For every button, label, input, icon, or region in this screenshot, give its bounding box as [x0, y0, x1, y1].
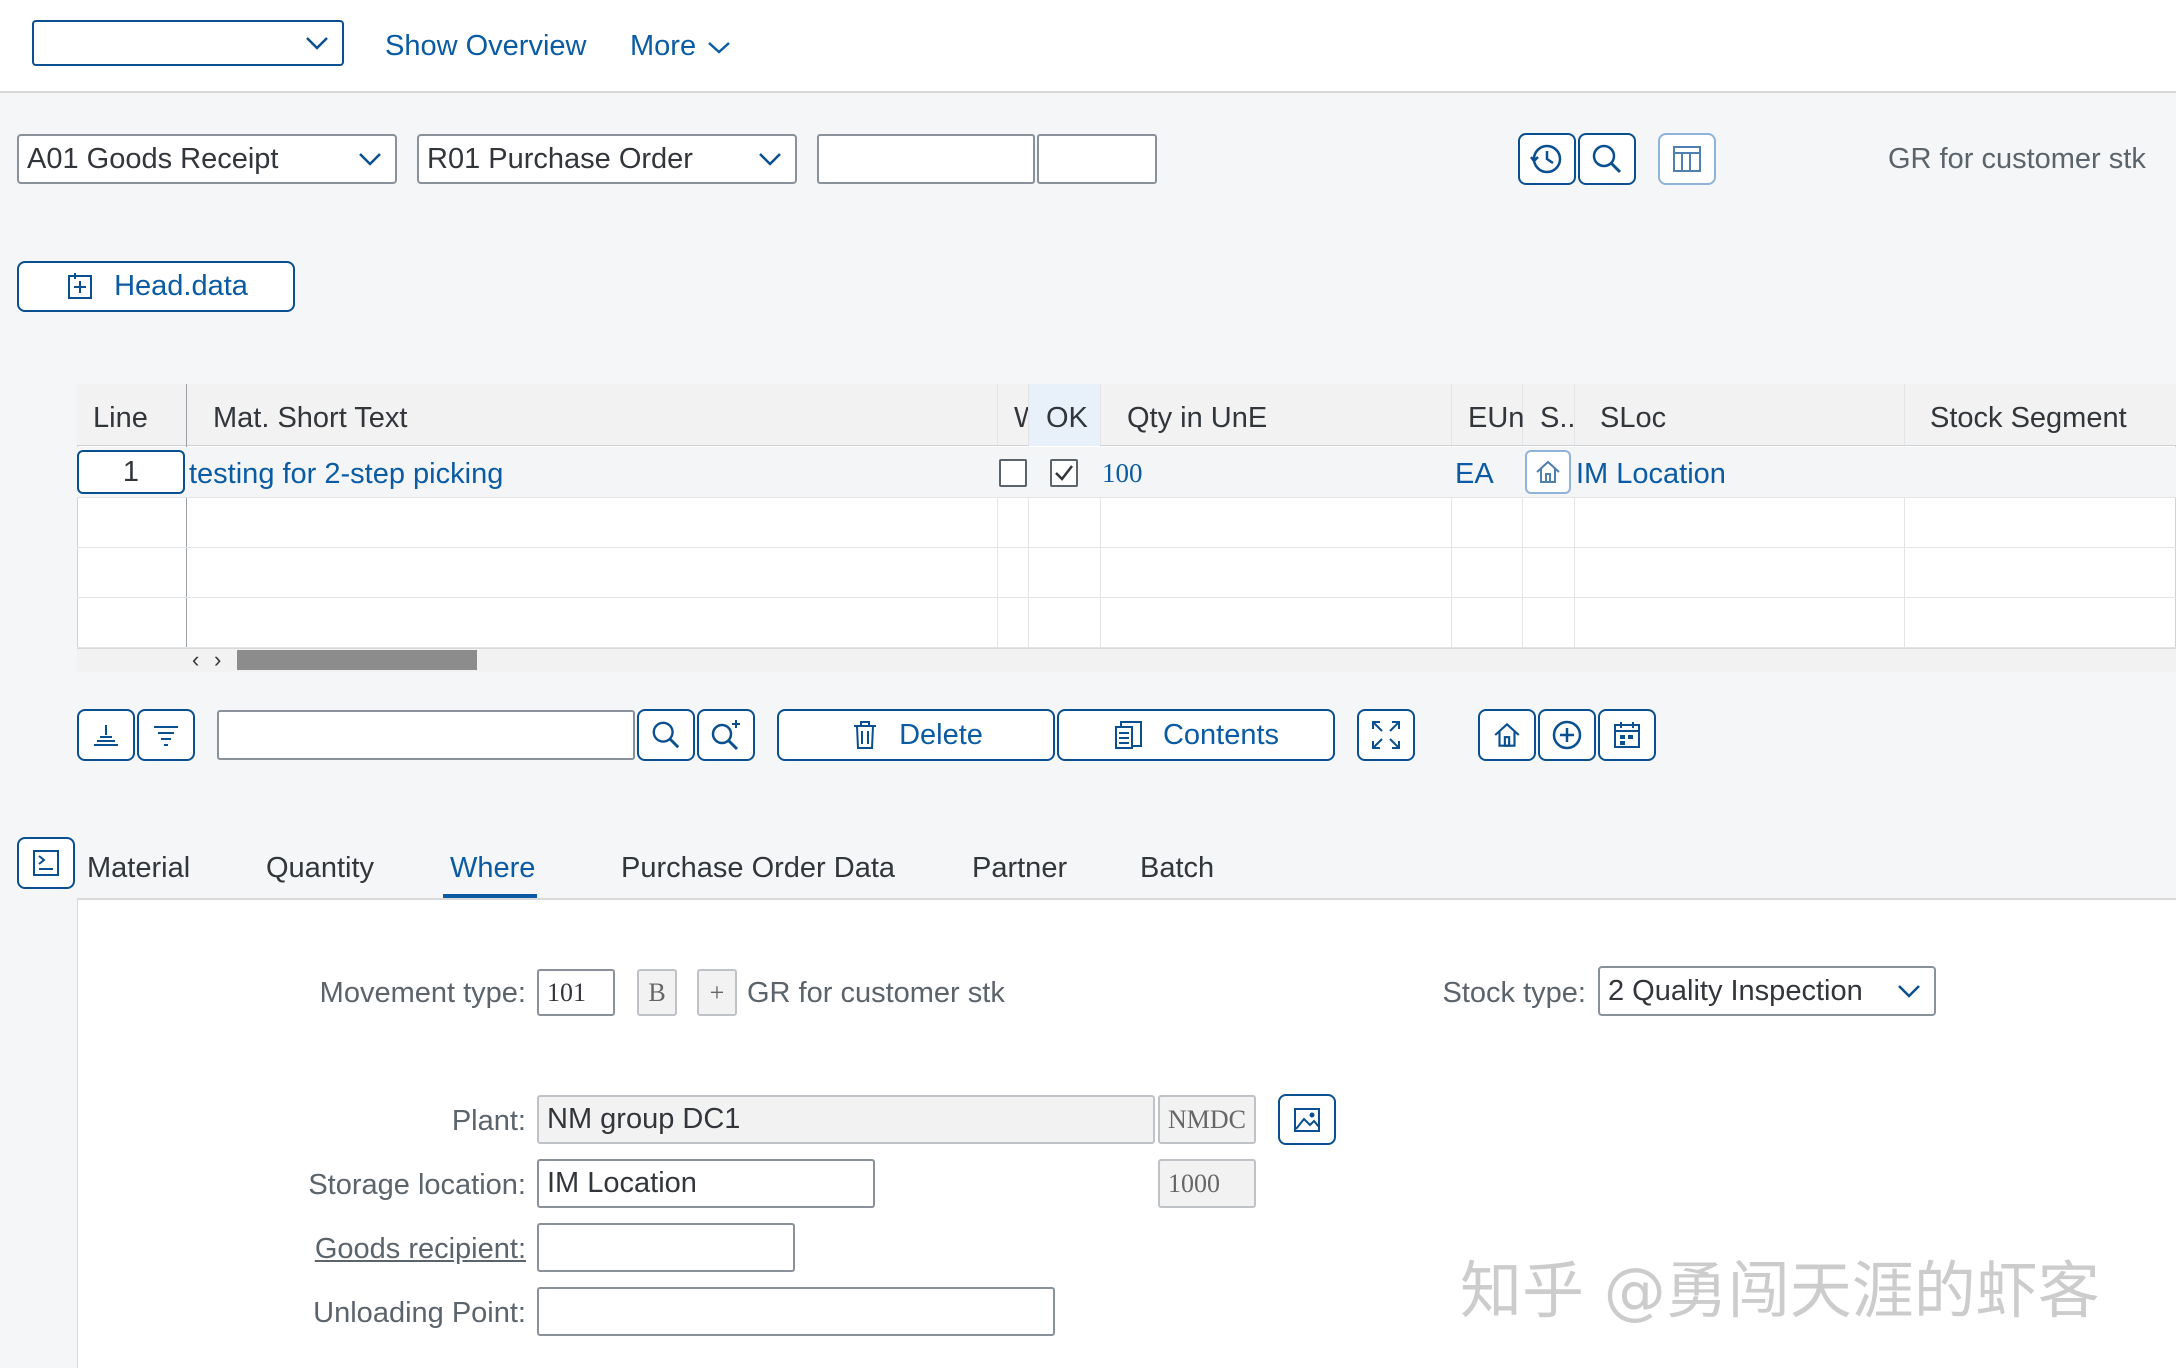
movement-type-text: GR for customer stk	[747, 977, 1005, 1009]
stock-overview-button[interactable]	[1478, 709, 1536, 761]
calendar-button[interactable]	[1598, 709, 1656, 761]
calendar-icon	[1611, 719, 1643, 751]
tab-quantity[interactable]: Quantity	[266, 852, 374, 885]
stock-type-label: Stock type:	[1442, 977, 1586, 1009]
storage-location-cell[interactable]: IM Location	[1576, 458, 1726, 491]
material-short-text-link[interactable]: testing for 2-step picking	[189, 458, 503, 491]
column-header-line[interactable]: Line	[93, 402, 148, 435]
layout-button[interactable]	[1658, 133, 1716, 185]
unloading-point-field[interactable]	[537, 1287, 1055, 1336]
ok-checkbox[interactable]	[1050, 459, 1078, 487]
scroll-left-arrow-icon[interactable]: ‹	[192, 647, 199, 673]
find-button[interactable]	[637, 709, 695, 761]
movement-indicator-field: B	[637, 969, 677, 1016]
movement-description: GR for customer stk	[1888, 143, 2146, 175]
storage-location-field[interactable]: IM Location	[537, 1159, 875, 1208]
head-data-button[interactable]: Head.data	[17, 261, 295, 312]
stock-status-button[interactable]	[1525, 450, 1571, 494]
movement-plus-field: +	[697, 969, 737, 1016]
transaction-dropdown[interactable]: A01 Goods Receipt	[17, 134, 397, 184]
column-header-sloc[interactable]: SLoc	[1600, 402, 1666, 435]
scroll-thumb[interactable]	[237, 650, 477, 670]
plant-code-field: NMDC	[1158, 1095, 1256, 1144]
movement-type-label: Movement type:	[319, 977, 526, 1009]
tab-purchase-order-data[interactable]: Purchase Order Data	[621, 852, 895, 885]
table-search-input[interactable]	[217, 710, 635, 760]
filter-lines-icon	[151, 720, 181, 750]
show-overview-link[interactable]: Show Overview	[385, 30, 586, 63]
tab-partner[interactable]: Partner	[972, 852, 1067, 885]
column-header-eun[interactable]: EUn	[1468, 402, 1524, 435]
home-icon	[1534, 458, 1562, 486]
expand-header-icon	[64, 271, 96, 303]
collapse-detail-button[interactable]	[17, 837, 75, 889]
document-number-input[interactable]	[817, 134, 1035, 184]
filter-button[interactable]	[137, 709, 195, 761]
document-item-input[interactable]	[1037, 134, 1157, 184]
home-icon	[1492, 720, 1522, 750]
trash-icon	[849, 719, 881, 751]
plant-field: NM group DC1	[537, 1095, 1155, 1144]
history-button[interactable]	[1518, 133, 1576, 185]
storage-location-label: Storage location:	[308, 1169, 526, 1201]
search-icon	[1590, 142, 1624, 176]
column-header-s[interactable]: S...	[1540, 402, 1574, 435]
column-header-text[interactable]: Mat. Short Text	[213, 402, 408, 435]
column-header-ok[interactable]: OK	[1046, 402, 1088, 435]
plant-address-button[interactable]	[1278, 1094, 1336, 1145]
chevron-down-icon	[1896, 981, 1922, 1001]
document-list-icon	[1113, 719, 1145, 751]
chevron-down-icon	[757, 149, 783, 169]
quantity-cell[interactable]: 100	[1102, 458, 1143, 489]
column-header-stock-segment[interactable]: Stock Segment	[1930, 402, 2127, 435]
goods-recipient-field[interactable]	[537, 1223, 795, 1272]
align-center-icon	[91, 720, 121, 750]
watermark-text: 知乎 @勇闯天涯的虾客	[1460, 1254, 2100, 1327]
image-icon	[1292, 1105, 1322, 1135]
plus-circle-icon	[1551, 719, 1583, 751]
table-layout-icon	[1671, 143, 1703, 175]
clock-history-icon	[1529, 141, 1565, 177]
search-plus-icon	[709, 718, 743, 752]
tab-batch[interactable]: Batch	[1140, 852, 1214, 885]
reference-document-dropdown[interactable]: R01 Purchase Order	[417, 134, 797, 184]
more-menu[interactable]: More	[630, 30, 732, 63]
w-checkbox[interactable]	[999, 459, 1027, 487]
expand-icon	[1370, 719, 1402, 751]
unloading-point-label: Unloading Point:	[313, 1297, 526, 1329]
fullscreen-button[interactable]	[1357, 709, 1415, 761]
chevron-down-icon	[357, 149, 383, 169]
stock-type-dropdown[interactable]: 2 Quality Inspection	[1598, 966, 1936, 1016]
line-number-cell[interactable]: 1	[77, 450, 185, 494]
scroll-right-arrow-icon[interactable]: ›	[214, 647, 221, 673]
plant-label: Plant:	[451, 1105, 526, 1137]
sort-ascending-button[interactable]	[77, 709, 135, 761]
chevron-down-icon	[706, 37, 732, 57]
column-header-qty[interactable]: Qty in UnE	[1127, 402, 1267, 435]
unit-cell[interactable]: EA	[1455, 458, 1494, 491]
search-icon	[650, 719, 682, 751]
movement-type-field[interactable]: 101	[537, 969, 615, 1016]
checkmark-icon	[1053, 462, 1075, 484]
tab-where[interactable]: Where	[450, 852, 535, 885]
column-header-w[interactable]: W	[1014, 402, 1028, 435]
find-next-button[interactable]	[697, 709, 755, 761]
storage-location-code-field: 1000	[1158, 1159, 1256, 1208]
contents-button[interactable]: Contents	[1057, 709, 1335, 761]
view-selector-dropdown[interactable]	[32, 20, 344, 66]
add-item-button[interactable]	[1538, 709, 1596, 761]
tab-material[interactable]: Material	[87, 852, 190, 885]
delete-button[interactable]: Delete	[777, 709, 1055, 761]
collapse-panel-icon	[30, 847, 62, 879]
goods-recipient-label[interactable]: Goods recipient:	[200, 1233, 526, 1266]
search-button[interactable]	[1578, 133, 1636, 185]
chevron-down-icon	[304, 33, 330, 53]
